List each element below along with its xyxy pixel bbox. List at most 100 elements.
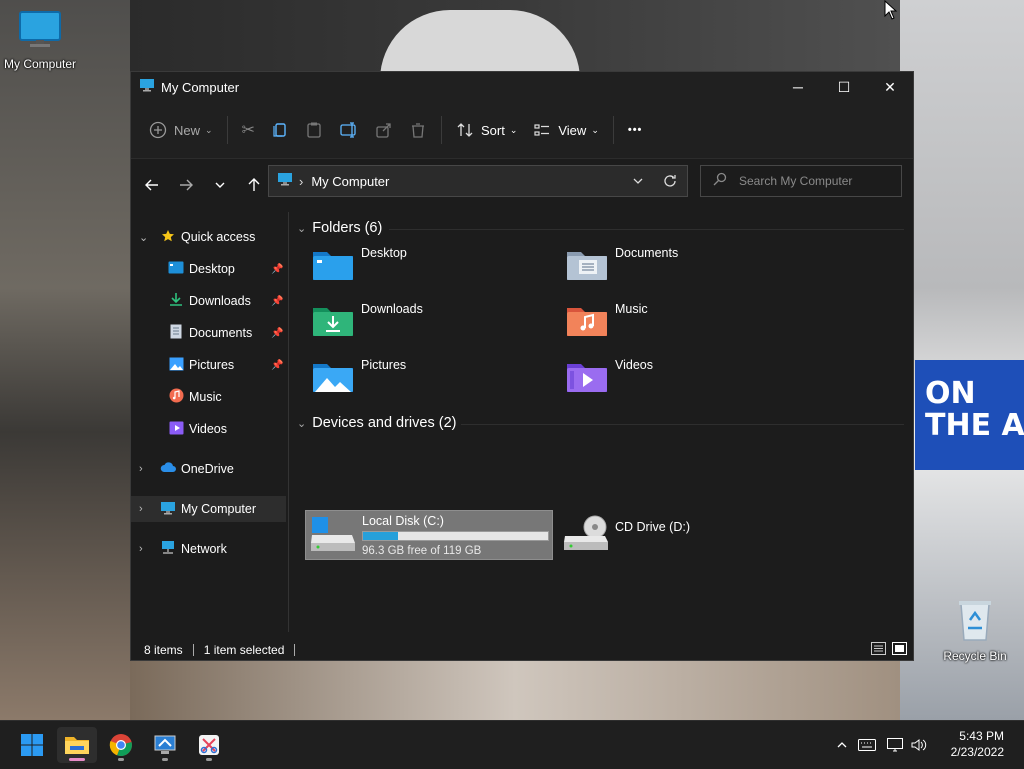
details-view-icon — [871, 642, 886, 655]
drive-item-local-disk[interactable]: Local Disk (C:) 96.3 GB free of 119 GB — [305, 510, 553, 560]
new-button[interactable]: New ⌄ — [141, 113, 221, 147]
snipping-tool-icon — [199, 735, 219, 755]
folder-item-desktop[interactable]: Desktop — [305, 240, 555, 290]
address-history-button[interactable] — [623, 175, 653, 187]
speaker-icon — [911, 739, 927, 751]
search-box[interactable] — [700, 165, 902, 197]
status-divider — [192, 644, 194, 656]
drive-item-cd-drive[interactable]: CD Drive (D:) — [559, 510, 759, 560]
system-tray — [832, 721, 930, 769]
folder-item-music[interactable]: Music — [559, 296, 809, 346]
close-button[interactable]: ✕ — [867, 72, 913, 102]
volume-button[interactable] — [908, 738, 930, 752]
hard-drive-icon — [310, 515, 356, 560]
status-bar: 8 items 1 item selected — [131, 639, 913, 661]
desktop-recycle-bin[interactable]: Recycle Bin — [935, 598, 1015, 663]
folder-item-documents[interactable]: Documents — [559, 240, 809, 290]
share-icon — [376, 123, 391, 138]
back-button[interactable] — [135, 169, 169, 201]
folder-item-downloads[interactable]: Downloads — [305, 296, 555, 346]
start-button[interactable] — [12, 727, 52, 763]
large-icons-view-button[interactable] — [892, 642, 907, 658]
pictures-icon — [169, 357, 184, 374]
sidebar-my-computer[interactable]: › My Computer — [131, 496, 286, 522]
breadcrumb-my-computer[interactable]: My Computer — [311, 174, 623, 189]
chevron-down-icon: ⌄ — [297, 417, 307, 430]
drive-label: Local Disk (C:) — [362, 514, 444, 528]
download-icon — [169, 292, 183, 310]
sidebar-quick-access[interactable]: ⌄ Quick access — [131, 224, 286, 250]
refresh-button[interactable] — [653, 174, 687, 188]
desktop-my-computer[interactable]: My Computer — [0, 10, 80, 71]
desktop-folder-icon — [311, 246, 355, 287]
forward-button[interactable] — [169, 169, 203, 201]
up-button[interactable] — [237, 169, 271, 201]
sort-label: Sort — [480, 122, 505, 138]
clock-time: 5:43 PM — [959, 729, 1004, 743]
folder-label: Desktop — [361, 246, 407, 260]
sidebar-item-videos[interactable]: Videos — [131, 416, 286, 442]
document-icon — [170, 324, 182, 342]
drive-free-space: 96.3 GB free of 119 GB — [362, 545, 482, 557]
share-button[interactable] — [367, 113, 401, 147]
taskbar: 5:43 PM 2/23/2022 — [0, 720, 1024, 769]
taskbar-snipping-tool[interactable] — [189, 727, 229, 763]
recent-locations-button[interactable] — [203, 169, 237, 201]
show-hidden-icons-button[interactable] — [832, 739, 852, 751]
paste-icon — [307, 122, 321, 138]
sidebar-item-downloads[interactable]: Downloads 📌 — [131, 288, 286, 314]
sort-button[interactable]: Sort ⌄ — [448, 113, 525, 147]
more-icon: ••• — [627, 124, 643, 136]
clock-date: 2/23/2022 — [950, 745, 1004, 759]
sidebar-item-pictures[interactable]: Pictures 📌 — [131, 352, 286, 378]
folders-group-header[interactable]: ⌄ Folders (6) — [297, 220, 382, 236]
status-divider — [294, 644, 296, 656]
title-bar[interactable]: My Computer ─ ☐ ✕ — [131, 72, 913, 102]
maximize-button[interactable]: ☐ — [821, 72, 867, 102]
sidebar-item-music[interactable]: Music — [131, 384, 286, 410]
search-input[interactable] — [737, 173, 891, 189]
minimize-button[interactable]: ─ — [775, 72, 821, 102]
downloads-folder-icon — [311, 302, 355, 343]
sidebar-network[interactable]: › Network — [131, 536, 286, 562]
devices-group-header[interactable]: ⌄ Devices and drives (2) — [297, 415, 456, 431]
delete-button[interactable] — [401, 113, 435, 147]
folder-item-pictures[interactable]: Pictures — [305, 352, 555, 402]
folder-item-videos[interactable]: Videos — [559, 352, 809, 402]
paste-button[interactable] — [297, 113, 331, 147]
sidebar-onedrive[interactable]: › OneDrive — [131, 456, 286, 482]
network-status-button[interactable] — [882, 738, 908, 752]
sidebar-my-computer-label: My Computer — [181, 502, 257, 516]
pictures-folder-icon — [311, 358, 355, 399]
desktop-recycle-bin-label: Recycle Bin — [943, 649, 1007, 663]
sidebar-network-label: Network — [181, 542, 227, 556]
chevron-right-icon: › — [139, 543, 143, 555]
scissors-icon: ✂ — [241, 122, 255, 139]
address-bar[interactable]: › My Computer — [268, 165, 688, 197]
arrow-right-icon — [180, 179, 193, 191]
toolbar-divider — [440, 116, 442, 144]
remote-desktop-icon — [154, 735, 176, 754]
taskbar-remote-desktop[interactable] — [145, 727, 185, 763]
copy-button[interactable] — [263, 113, 297, 147]
more-options-button[interactable]: ••• — [620, 113, 651, 147]
monitor-icon — [277, 172, 293, 191]
copy-icon — [273, 123, 286, 137]
chevron-right-icon: › — [139, 503, 143, 515]
toolbar-divider — [226, 116, 228, 144]
sidebar-item-documents[interactable]: Documents 📌 — [131, 320, 286, 346]
details-view-button[interactable] — [871, 642, 886, 658]
sidebar-item-desktop[interactable]: Desktop 📌 — [131, 256, 286, 282]
clock[interactable]: 5:43 PM 2/23/2022 — [951, 728, 1004, 760]
rename-button[interactable] — [331, 113, 367, 147]
music-icon — [169, 388, 184, 406]
pin-icon: 📌 — [271, 327, 284, 339]
taskbar-chrome[interactable] — [101, 727, 141, 763]
taskbar-file-explorer[interactable] — [57, 727, 97, 763]
keyboard-button[interactable] — [852, 739, 882, 751]
chevron-up-icon — [837, 742, 847, 748]
view-button[interactable]: View ⌄ — [525, 113, 607, 147]
tiles-view-icon — [892, 642, 907, 655]
cut-button[interactable]: ✂ — [234, 113, 263, 147]
monitor-icon — [0, 10, 80, 53]
